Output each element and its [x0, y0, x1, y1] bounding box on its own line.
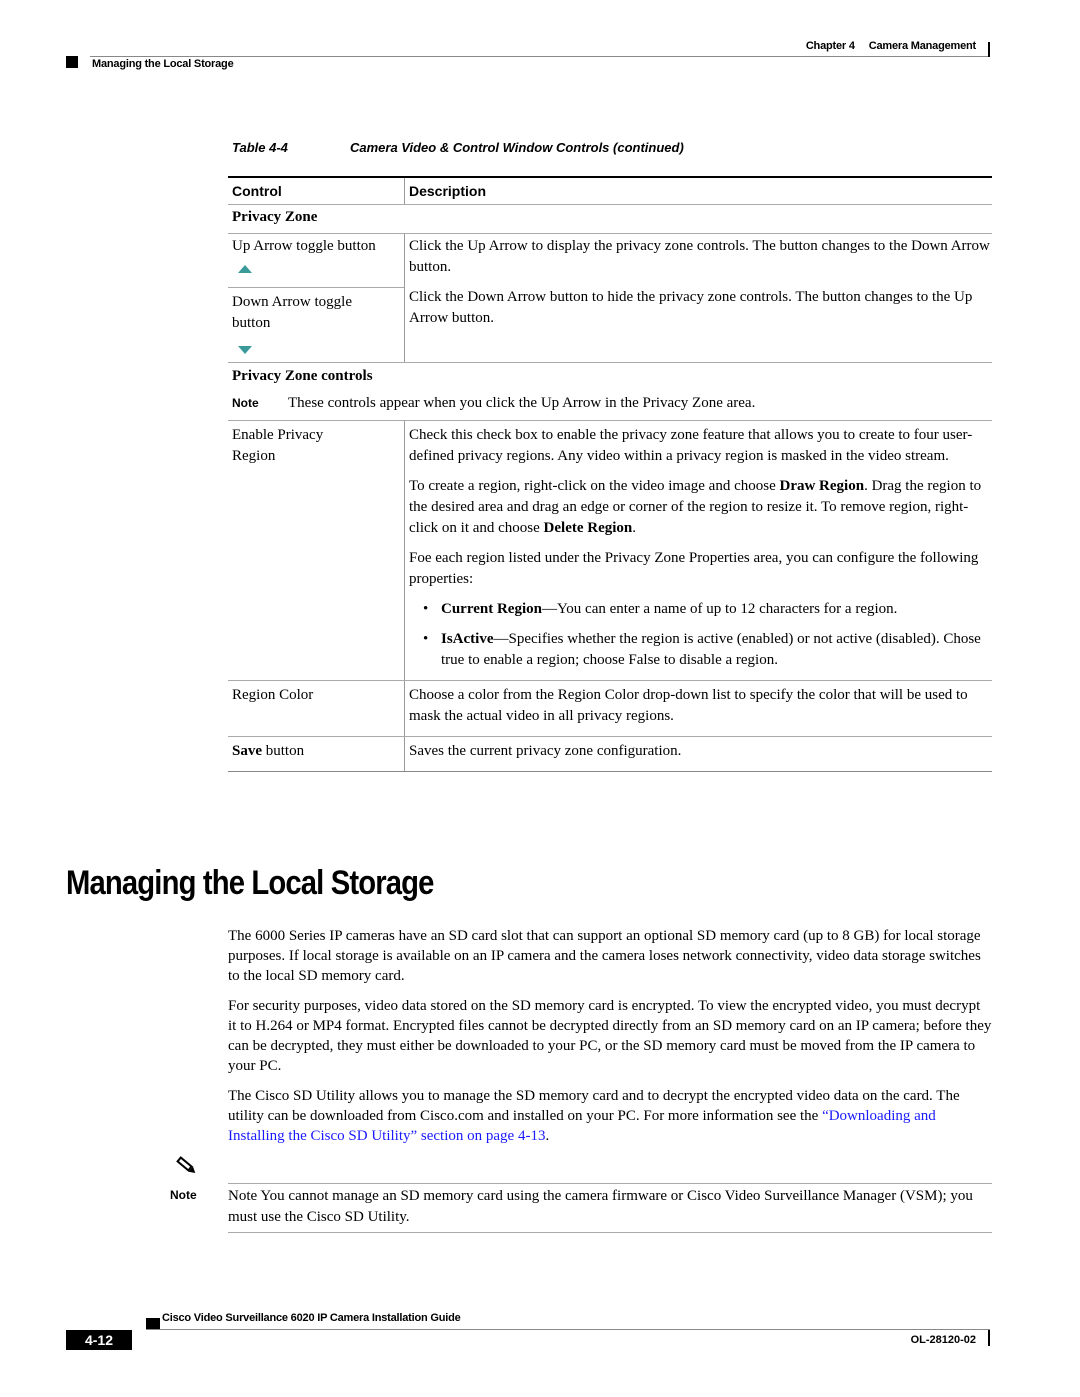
paragraph-sd-card: The 6000 Series IP cameras have an SD ca…	[228, 928, 981, 984]
table-header-row: Control Description	[228, 178, 992, 204]
header-section: Managing the Local Storage	[92, 58, 234, 70]
header-chapter: Chapter 4 Camera Management	[806, 40, 976, 52]
control-up-arrow: Up Arrow toggle button	[232, 238, 376, 254]
section-title: Managing the Local Storage	[66, 864, 434, 902]
description-properties: Foe each region listed under the Privacy…	[409, 550, 979, 587]
paragraph-sd-utility: The Cisco SD Utility allows you to manag…	[228, 1088, 960, 1144]
list-item: Current Region—You can enter a name of u…	[409, 599, 992, 620]
chapter-number: Chapter 4	[805, 40, 855, 52]
pencil-icon	[176, 1156, 196, 1173]
table-caption: Table 4-4 Camera Video & Control Window C…	[232, 140, 684, 155]
table-row: Enable Privacy Region Check this check b…	[228, 421, 992, 680]
table-note: Note These controls appear when you click…	[228, 392, 992, 420]
description-save: Saves the current privacy zone configura…	[409, 743, 682, 759]
note-top-rule	[228, 1183, 992, 1184]
document-number: OL-28120-02	[910, 1334, 976, 1346]
paragraph-encryption: For security purposes, video data stored…	[228, 998, 992, 1074]
note-label: Note	[232, 396, 259, 410]
section-privacy-zone: Privacy Zone	[232, 209, 318, 225]
note-label: Note	[170, 1188, 197, 1202]
column-header-description: Description	[404, 178, 992, 204]
description-draw-region: To create a region, right-click on the v…	[409, 478, 982, 536]
properties-list: Current Region—You can enter a name of u…	[409, 599, 992, 671]
footer-guide-title: Cisco Video Surveillance 6020 IP Camera …	[162, 1312, 461, 1324]
column-header-control: Control	[232, 183, 282, 199]
table-row: Save button Saves the current privacy zo…	[228, 737, 992, 771]
note-text: Note You cannot manage an SD memory card…	[228, 1188, 973, 1225]
description-up-arrow: Click the Up Arrow to display the privac…	[409, 238, 990, 275]
table-number: Table 4-4	[232, 140, 288, 155]
control-save-button: Save button	[232, 743, 305, 759]
description-enable-privacy: Check this check box to enable the priva…	[409, 427, 973, 464]
note-bottom-rule	[228, 1232, 992, 1233]
page-number: 4-12	[66, 1330, 132, 1350]
list-item: IsActive—Specifies whether the region is…	[409, 629, 992, 671]
section-body: The 6000 Series IP cameras have an SD ca…	[228, 926, 992, 1156]
table-row: Region Color Choose a color from the Reg…	[228, 681, 992, 736]
controls-table: Control Description Privacy Zone Up Arro…	[228, 176, 992, 772]
control-down-arrow: Down Arrow toggle button	[232, 294, 352, 331]
footer-bar	[988, 1330, 990, 1346]
control-enable-privacy: Enable Privacy Region	[232, 427, 324, 464]
footer-rule	[146, 1329, 990, 1330]
note-text: These controls appear when you click the…	[288, 395, 756, 411]
chapter-title: Camera Management	[868, 40, 976, 52]
table-title: Camera Video & Control Window Controls (…	[350, 140, 684, 155]
section-privacy-zone-controls: Privacy Zone controls	[232, 368, 373, 384]
control-region-color: Region Color	[232, 687, 314, 703]
header-rule	[90, 56, 990, 57]
table-row: Up Arrow toggle button Down Arrow toggle…	[228, 234, 992, 362]
description-region-color: Choose a color from the Region Color dro…	[409, 687, 968, 724]
header-marker	[66, 56, 78, 68]
down-arrow-icon[interactable]	[238, 346, 252, 354]
up-arrow-icon[interactable]	[238, 265, 252, 273]
description-down-arrow: Click the Down Arrow button to hide the …	[409, 289, 973, 326]
header-bar	[988, 42, 990, 57]
